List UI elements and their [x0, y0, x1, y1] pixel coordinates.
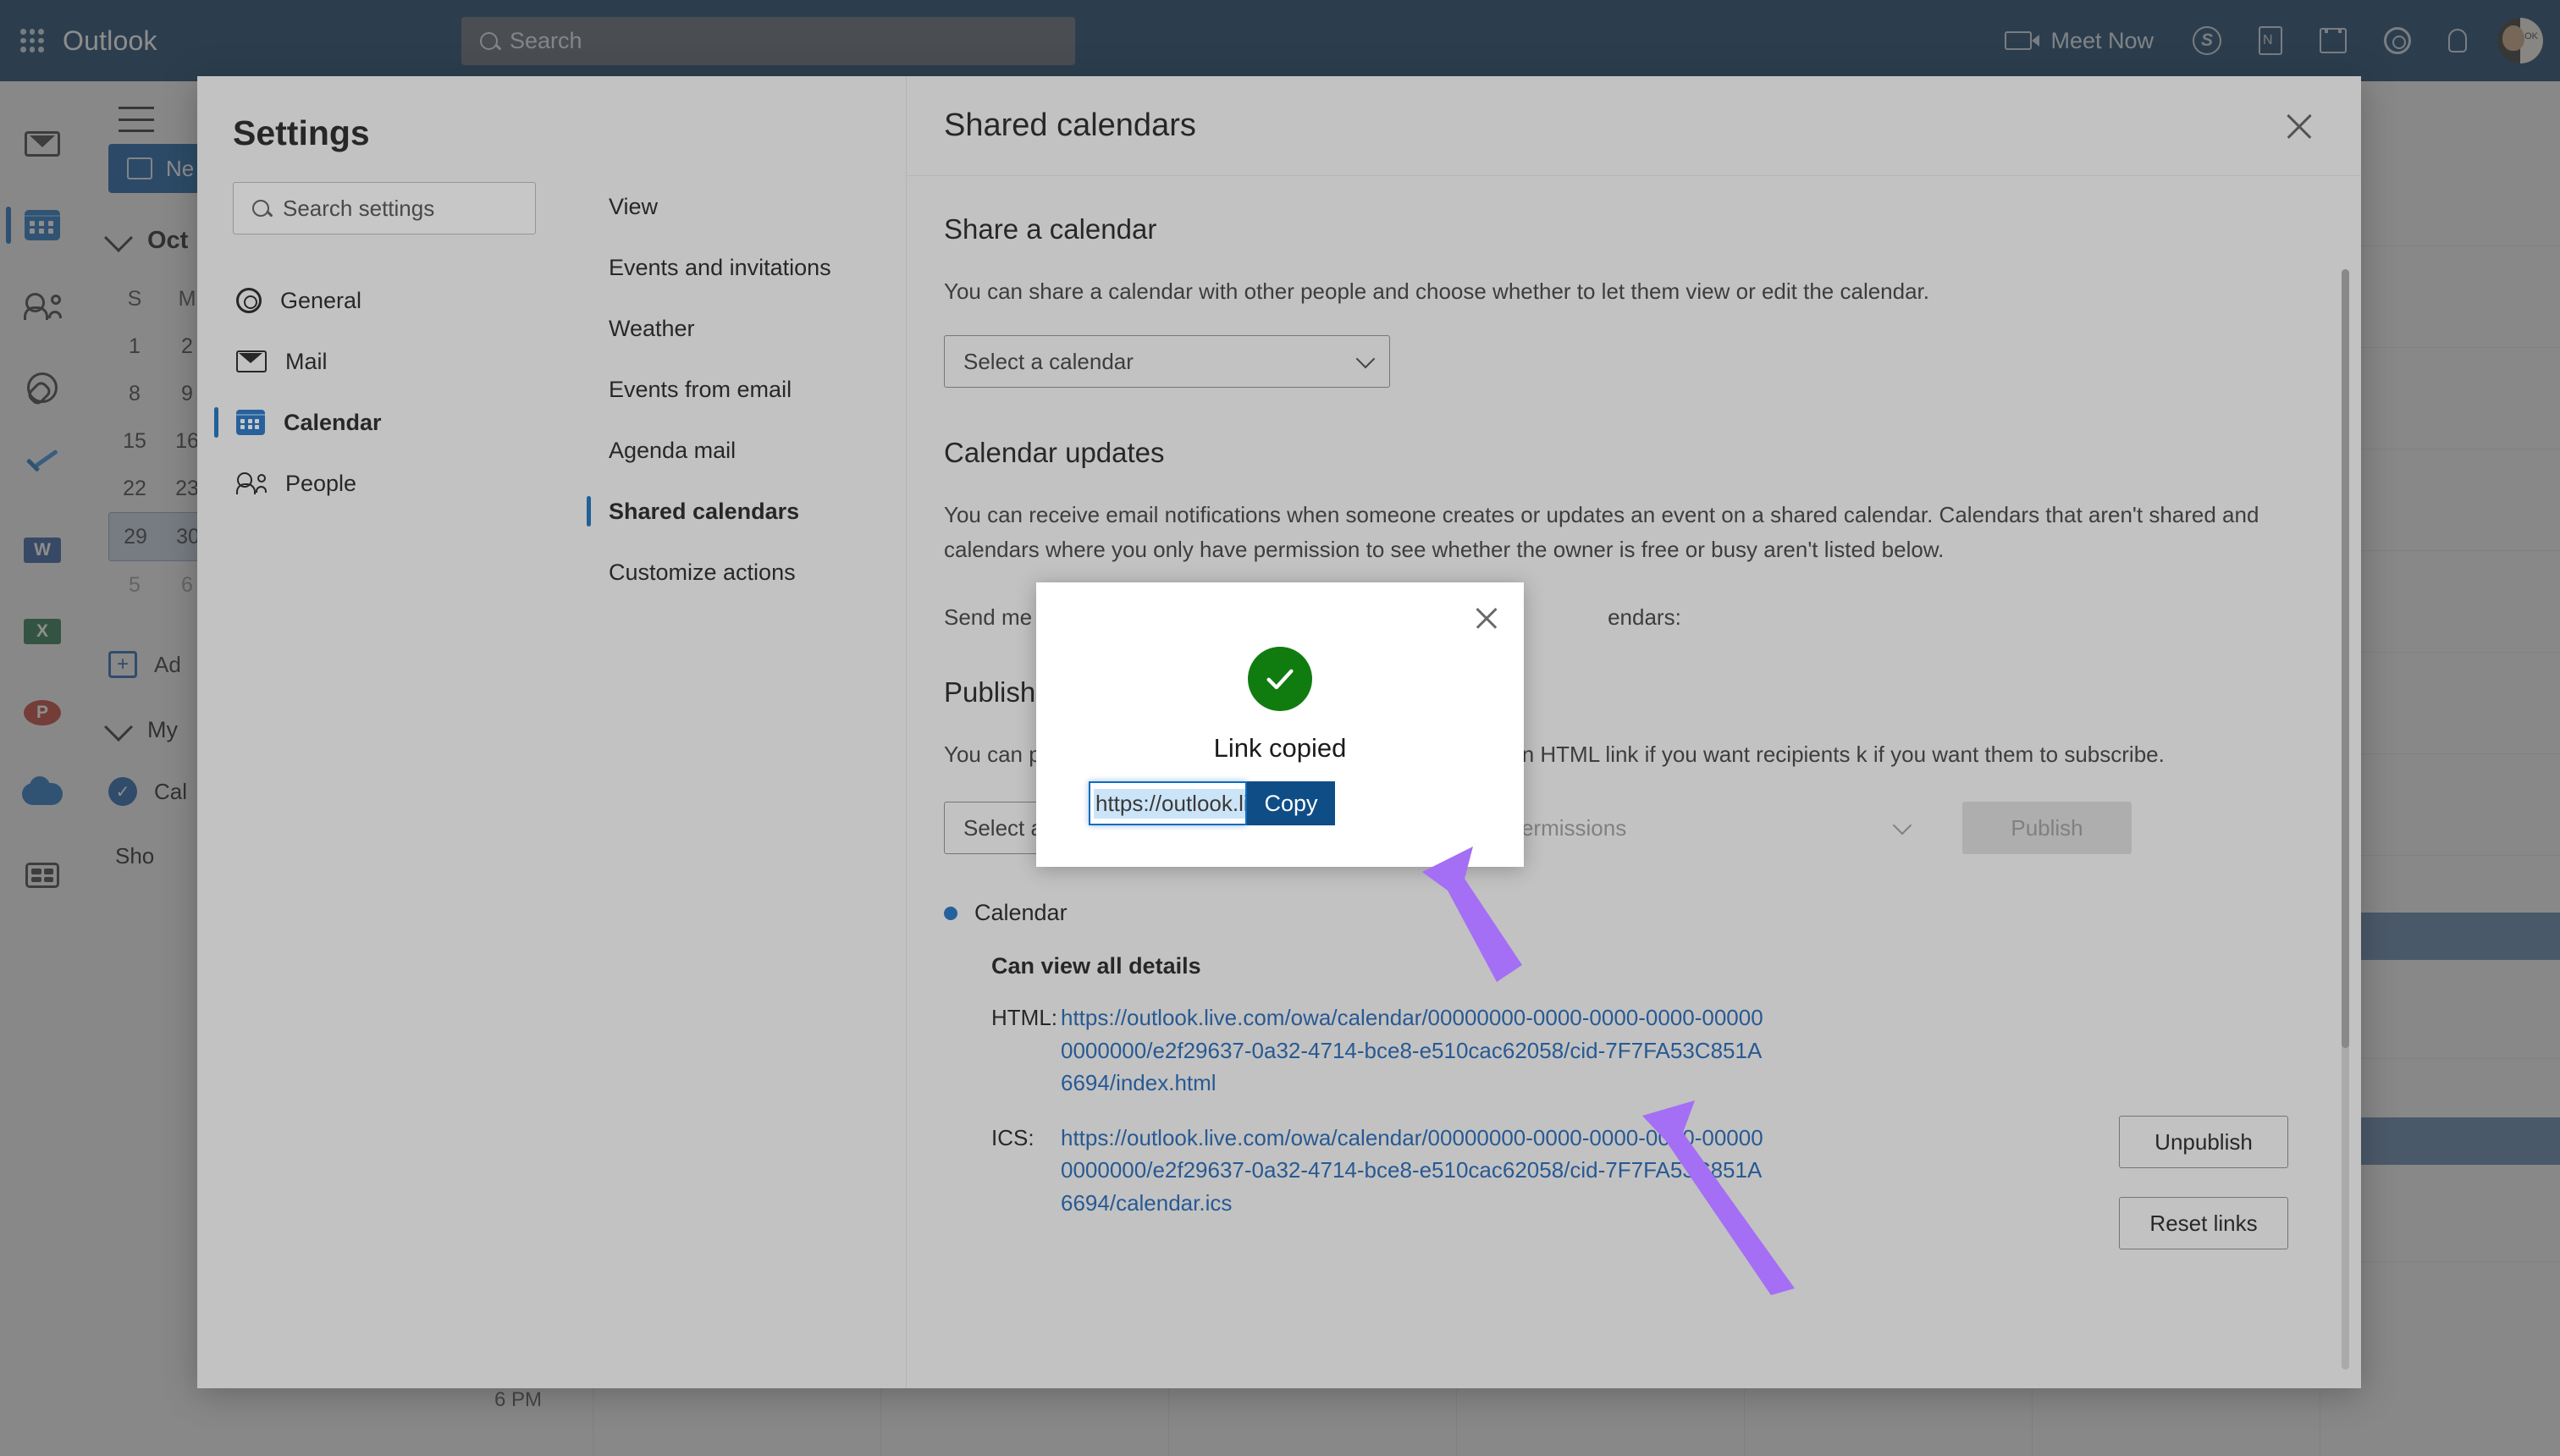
outlook-app: Outlook Search Meet Now S N OK W X P Ne …: [0, 0, 2560, 1456]
success-icon: [1248, 647, 1312, 711]
close-icon[interactable]: [1473, 604, 1500, 631]
link-input[interactable]: https://outlook.live.com: [1089, 781, 1247, 825]
link-input-value: https://outlook.live.com: [1094, 788, 1245, 819]
dialog-title: Link copied: [1213, 733, 1347, 763]
link-copy-row: https://outlook.live.com Copy: [1089, 781, 1335, 825]
link-copied-dialog: Link copied https://outlook.live.com Cop…: [1036, 582, 1524, 867]
copy-button[interactable]: Copy: [1247, 781, 1335, 825]
checkmark-icon: [1266, 669, 1294, 690]
